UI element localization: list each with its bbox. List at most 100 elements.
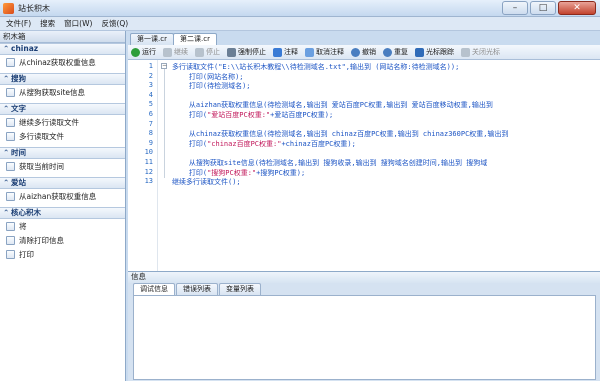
line-number: 8: [148, 129, 153, 138]
code-line: 继续多行读取文件();: [172, 178, 241, 187]
sidebar-item-label: 将: [19, 221, 27, 231]
category-text[interactable]: ⌃ 文字: [0, 103, 125, 115]
sidebar-item-label: 从搜狗获取site信息: [19, 87, 86, 97]
category-chinaz[interactable]: ⌃ chinaz: [0, 43, 125, 55]
close-button[interactable]: ✕: [558, 1, 596, 15]
cursor-off-label: 关闭光标: [472, 48, 500, 56]
line-number: 10: [144, 148, 153, 157]
block-icon: [6, 249, 15, 259]
tab-variable-list[interactable]: 变量列表: [219, 283, 261, 295]
sidebar-title: 积木箱: [0, 31, 125, 43]
category-aizhan[interactable]: ⌃ 爱站: [0, 177, 125, 189]
category-sogou[interactable]: ⌃ 搜狗: [0, 73, 125, 85]
line-number: 12: [144, 167, 153, 176]
sidebar-item[interactable]: 多行读取文件: [0, 129, 125, 143]
cursor-off-button[interactable]: 关闭光标: [461, 47, 500, 57]
block-icon: [6, 191, 15, 201]
block-icon: [6, 57, 15, 67]
chevron-up-icon: ⌃: [3, 104, 10, 113]
uncomment-icon: [305, 47, 314, 57]
uncomment-label: 取消注释: [316, 48, 344, 56]
toolbar: 运行 继续 停止 强制停止 注释 取消注释 撤销 重复 光标跟踪 关闭光标: [128, 45, 600, 60]
sidebar-item[interactable]: 继续多行读取文件: [0, 115, 125, 129]
block-icon: [6, 161, 15, 171]
block-icon: [6, 117, 15, 127]
cursor-track-label: 光标跟踪: [426, 48, 454, 56]
redo-button[interactable]: 重复: [383, 47, 408, 57]
chevron-up-icon: ⌃: [3, 208, 10, 217]
menu-search[interactable]: 搜索: [40, 18, 55, 29]
menu-file[interactable]: 文件(F): [6, 18, 31, 29]
chevron-up-icon: ⌃: [3, 44, 10, 53]
sidebar-item[interactable]: 将: [0, 219, 125, 233]
redo-label: 重复: [394, 48, 408, 56]
chevron-up-icon: ⌃: [3, 74, 10, 83]
continue-icon: [163, 47, 172, 57]
menu-window[interactable]: 窗口(W): [64, 18, 92, 29]
line-number: 13: [144, 177, 153, 186]
chevron-up-icon: ⌃: [3, 148, 10, 157]
category-label: 搜狗: [11, 74, 26, 83]
title-bar: 站长积木 – □ ✕: [0, 0, 600, 17]
menu-bar: 文件(F) 搜索 窗口(W) 反馈(Q): [0, 17, 600, 31]
line-number: 6: [148, 110, 153, 118]
code-line: 打印(待检测域名);: [172, 82, 251, 91]
cursor-track-icon: [415, 47, 424, 57]
sidebar-item-label: 继续多行读取文件: [19, 117, 79, 127]
window-controls: – □ ✕: [502, 1, 596, 15]
undo-button[interactable]: 撤销: [351, 47, 376, 57]
tab-error-list[interactable]: 错误列表: [176, 283, 218, 295]
line-number: 11: [144, 158, 153, 166]
sidebar-item-label: 清除打印信息: [19, 235, 64, 245]
window-title: 站长积木: [18, 4, 50, 13]
block-icon: [6, 131, 15, 141]
uncomment-button[interactable]: 取消注释: [305, 47, 344, 57]
sidebar-item-label: 获取当前时间: [19, 161, 64, 171]
force-stop-button[interactable]: 强制停止: [227, 47, 266, 57]
continue-button[interactable]: 继续: [163, 47, 188, 57]
undo-label: 撤销: [362, 48, 376, 56]
menu-feedback[interactable]: 反馈(Q): [101, 18, 128, 29]
sidebar-item[interactable]: 清除打印信息: [0, 233, 125, 247]
category-time[interactable]: ⌃ 时间: [0, 147, 125, 159]
minimize-button[interactable]: –: [502, 1, 528, 15]
sidebar-item-label: 从aizhan获取权重信息: [19, 191, 97, 201]
cursor-track-button[interactable]: 光标跟踪: [415, 47, 454, 57]
line-number: 5: [148, 100, 153, 109]
code-editor[interactable]: 1 2 3 4 5 6 7 8 9 10 11 12 13 − 多行读取文件("E:\\站长积木教程\\…: [128, 60, 600, 271]
run-button[interactable]: 运行: [131, 47, 156, 57]
line-number: 3: [148, 81, 153, 90]
category-core[interactable]: ⌃ 核心积木: [0, 207, 125, 219]
line-number: 7: [148, 119, 153, 128]
comment-icon: [273, 47, 282, 57]
block-icon: [6, 87, 15, 97]
app-icon: [3, 3, 14, 14]
stop-icon: [195, 47, 204, 57]
sidebar-item[interactable]: 从chinaz获取权重信息: [0, 55, 125, 69]
sidebar-item-label: 多行读取文件: [19, 131, 64, 141]
sidebar-item[interactable]: 打印: [0, 247, 125, 261]
undo-icon: [351, 47, 360, 57]
info-content: [133, 295, 596, 380]
comment-button[interactable]: 注释: [273, 47, 298, 57]
tab-lesson-1[interactable]: 第一课.cr: [130, 33, 174, 45]
block-icon: [6, 235, 15, 245]
line-number: 4: [148, 90, 153, 99]
tab-lesson-2[interactable]: 第二课.cr: [173, 33, 217, 45]
sidebar-item[interactable]: 获取当前时间: [0, 159, 125, 173]
code-line: 打印("chinaz百度PC权重:"+chinaz百度PC权重);: [172, 139, 356, 148]
category-label: chinaz: [11, 44, 39, 53]
cursor-off-icon: [461, 47, 470, 57]
fold-toggle-icon[interactable]: −: [161, 63, 167, 69]
sidebar-item[interactable]: 从搜狗获取site信息: [0, 85, 125, 99]
code-line: 从chinaz获取权重信息(待检测域名,输出到 chinaz百度PC权重,输出到…: [172, 130, 509, 139]
tab-debug-info[interactable]: 调试信息: [133, 283, 175, 295]
redo-icon: [383, 47, 392, 57]
force-stop-icon: [227, 47, 236, 57]
stop-button[interactable]: 停止: [195, 47, 220, 57]
code-line: 打印(网站名称);: [172, 72, 244, 81]
info-panel-title: 信息: [128, 272, 600, 283]
sidebar-item[interactable]: 从aizhan获取权重信息: [0, 189, 125, 203]
maximize-button[interactable]: □: [530, 1, 556, 15]
sidebar-item-label: 打印: [19, 249, 34, 259]
